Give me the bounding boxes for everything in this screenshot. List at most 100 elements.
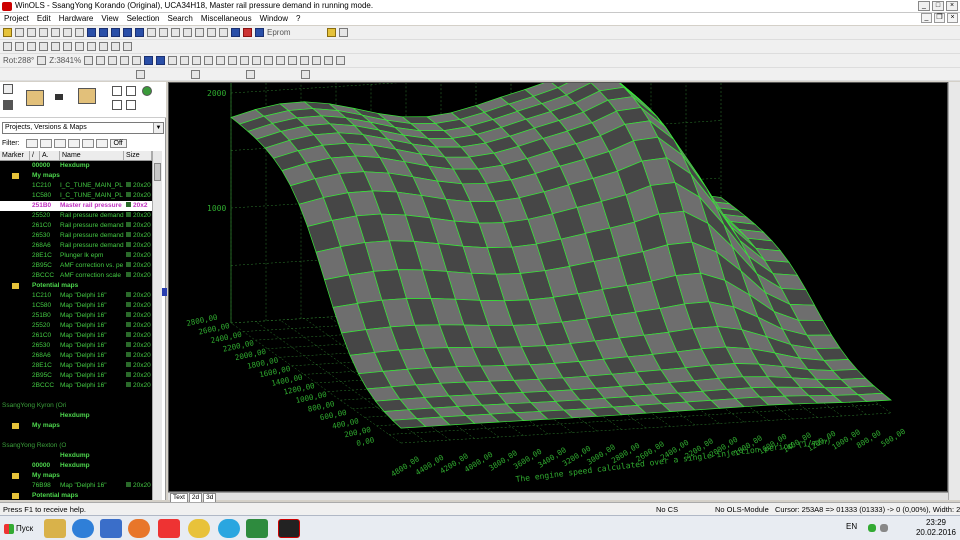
export-icon[interactable] [112, 100, 122, 110]
cut-icon[interactable] [39, 28, 48, 37]
ie-icon[interactable] [72, 519, 94, 538]
winols-app-icon[interactable] [2, 2, 12, 11]
bookmark-icon[interactable] [183, 28, 192, 37]
list-item[interactable]: 251B0 Map "Delphi 16" 20x20 [0, 311, 152, 321]
open-folder-icon[interactable] [26, 90, 44, 106]
menu-window[interactable]: Window [260, 13, 288, 25]
list-item[interactable]: 1C210 I_C_TUNE_MAIN_PL 20x20 [0, 181, 152, 191]
adjust-icon-1[interactable] [136, 69, 145, 79]
3d-map-view[interactable]: 2000 1000 2800,00 2600,00 2400,00 2200,00 2000… [168, 82, 948, 492]
list-item[interactable]: 2BCCC Map "Delphi 16" 20x20 [0, 381, 152, 391]
list-item[interactable]: 261C0 Map "Delphi 16" 20x20 [0, 331, 152, 341]
first-icon[interactable] [87, 28, 96, 37]
view-icon-6[interactable] [156, 56, 166, 65]
list-item[interactable]: 251B0 Master rail pressure 20x2 [0, 201, 152, 211]
chevron-down-icon[interactable]: ▼ [153, 123, 163, 133]
view-icon-11[interactable] [216, 56, 226, 65]
menu-project[interactable]: Project [4, 13, 29, 25]
home-icon[interactable] [195, 28, 204, 37]
list-item[interactable]: 2BCCC AMF correction scale 20x20 [0, 271, 152, 281]
filter-icon-1[interactable] [25, 138, 38, 148]
view-icon-1[interactable] [96, 56, 106, 65]
adjust-icon-4[interactable] [301, 69, 310, 79]
undo-icon[interactable] [75, 28, 84, 37]
new-icon[interactable] [3, 84, 13, 94]
globe-icon[interactable] [142, 86, 152, 96]
minimize-button[interactable]: _ [918, 1, 930, 11]
adjust-icon-3[interactable] [246, 69, 255, 79]
dropdown-arrow-icon[interactable] [55, 94, 63, 100]
menu-edit[interactable]: Edit [37, 13, 51, 25]
nav-icon[interactable] [207, 28, 216, 37]
list-item[interactable]: 28E1C Map "Delphi 16" 20x20 [0, 361, 152, 371]
view-icon-19[interactable] [336, 56, 346, 65]
view-icon-5[interactable] [144, 56, 154, 65]
media-player-icon[interactable] [100, 519, 122, 538]
language-indicator[interactable]: EN [846, 522, 857, 531]
percent-icon[interactable] [288, 56, 298, 65]
yandex-icon[interactable] [158, 519, 180, 538]
zoom-spinner[interactable] [84, 56, 94, 65]
tool-icon-2[interactable] [15, 42, 24, 51]
tool-icon-10[interactable] [111, 42, 120, 51]
next-icon[interactable] [123, 28, 132, 37]
menu-hardware[interactable]: Hardware [59, 13, 94, 25]
list-item[interactable]: 1C580 Map "Delphi 16" 20x20 [0, 301, 152, 311]
volume-icon[interactable] [880, 524, 888, 532]
filter-icon-4[interactable] [67, 138, 80, 148]
mdi-minimize-button[interactable]: _ [921, 13, 932, 23]
list-item[interactable] [0, 391, 152, 401]
project-group[interactable]: SsangYong Kyron (Original) [0, 401, 152, 411]
network-icon[interactable] [868, 524, 876, 532]
list-scrollbar[interactable] [152, 151, 162, 500]
list-item[interactable]: 2B95C AMF correction vs. pe 20x20 [0, 261, 152, 271]
menu-help[interactable]: ? [296, 13, 300, 25]
save-icon[interactable] [15, 28, 24, 37]
save-icon[interactable] [3, 100, 13, 110]
list-item[interactable]: Hexdump [0, 451, 152, 461]
list-item[interactable]: 268A6 Map "Delphi 16" 20x20 [0, 351, 152, 361]
view-icon-7[interactable] [168, 56, 178, 65]
folder-item[interactable]: My maps [0, 171, 152, 181]
last-icon[interactable] [135, 28, 144, 37]
folder-item[interactable]: Potential maps [0, 491, 152, 500]
menu-view[interactable]: View [101, 13, 118, 25]
help-icon[interactable] [326, 28, 336, 37]
tool-icon-5[interactable] [51, 42, 60, 51]
paste-icon[interactable] [63, 28, 72, 37]
eprom-icon[interactable] [255, 28, 264, 37]
tool-icon-11[interactable] [123, 42, 132, 51]
column-sort[interactable]: / [30, 151, 40, 160]
splitter-collapse-icon[interactable] [162, 288, 167, 296]
view-icon-15[interactable] [264, 56, 274, 65]
start-button[interactable]: Пуск [2, 519, 36, 538]
list-item[interactable]: 00000 Hexdump [0, 461, 152, 471]
flag-icon[interactable] [231, 28, 240, 37]
explorer-icon[interactable] [44, 519, 66, 538]
filter-icon-3[interactable] [53, 138, 66, 148]
list-item[interactable]: 00000 Hexdump [0, 161, 152, 171]
filter-icon-2[interactable] [39, 138, 52, 148]
folder-item[interactable]: Potential maps [0, 281, 152, 291]
find-icon[interactable] [159, 28, 168, 37]
close-button[interactable]: × [946, 1, 958, 11]
list-item[interactable]: 1C210 Map "Delphi 16" 20x20 [0, 291, 152, 301]
copy-icon[interactable] [51, 28, 60, 37]
eprom-dropdown[interactable]: Eprom [267, 28, 291, 37]
tool-icon-3[interactable] [27, 42, 36, 51]
projects-dropdown[interactable]: Projects, Versions & Maps ▼ [2, 122, 164, 134]
view-icon-4[interactable] [132, 56, 142, 65]
winols-taskbar-icon[interactable] [278, 519, 300, 538]
tool-icon-4[interactable] [39, 42, 48, 51]
view-icon-9[interactable] [192, 56, 202, 65]
column-size[interactable]: Size [124, 151, 152, 160]
list-item[interactable]: 26530 Map "Delphi 16" 20x20 [0, 341, 152, 351]
prev-icon[interactable] [99, 28, 108, 37]
list-item[interactable]: Hexdump [0, 411, 152, 421]
project-group[interactable]: SsangYong Rexton (Original) [0, 441, 152, 451]
context-help-icon[interactable] [338, 28, 348, 37]
list-item[interactable]: 1C580 I_C_TUNE_MAIN_PL 20x20 [0, 191, 152, 201]
list-item[interactable]: 25520 Map "Delphi 16" 20x20 [0, 321, 152, 331]
list-item[interactable]: 268A6 Rail pressure demand 20x20 [0, 241, 152, 251]
list-item[interactable]: 261C0 Rail pressure demand 20x20 [0, 221, 152, 231]
